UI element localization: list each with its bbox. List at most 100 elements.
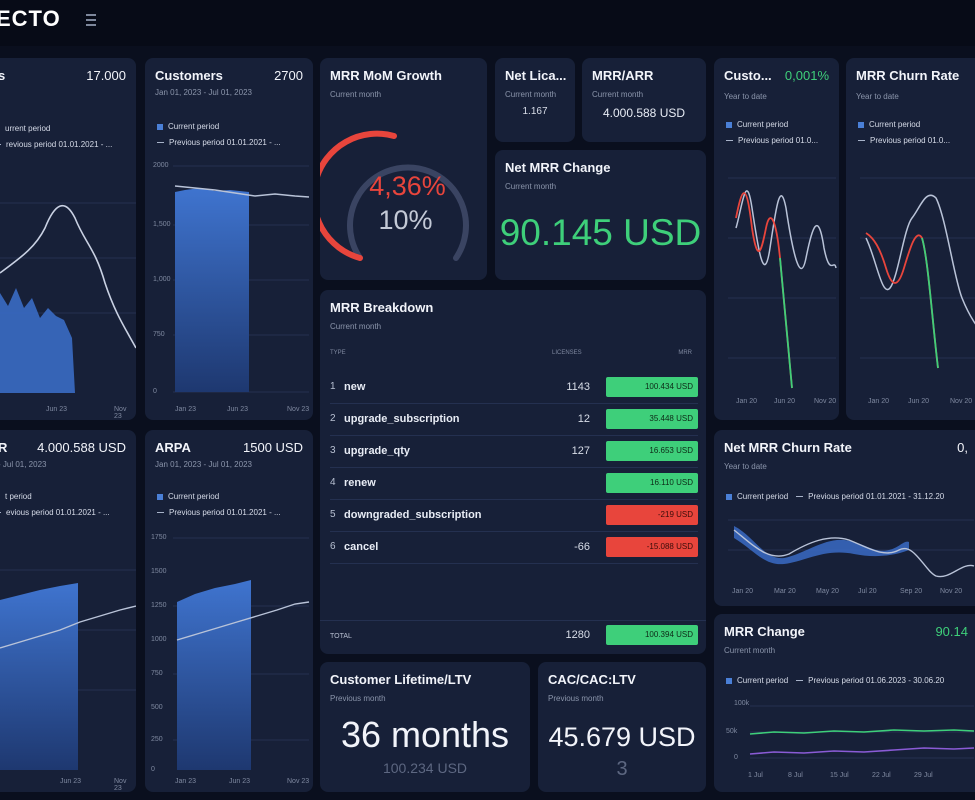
churn-rate-chart bbox=[860, 177, 975, 369]
cac-value: 45.679 USD bbox=[548, 722, 696, 752]
card-partial-left-top[interactable]: s 17.000 urrent period revious period 01… bbox=[0, 58, 136, 420]
arpa-chart bbox=[173, 537, 310, 770]
card-title: MRR Breakdown bbox=[330, 300, 434, 315]
card-partial-left-bottom[interactable]: R 4.000.588 USD - Jul 01, 2023 t period … bbox=[0, 430, 136, 792]
card-subtitle: Current month bbox=[505, 90, 557, 99]
table-row[interactable]: 2 upgrade_subscription 12 35.448 USD bbox=[320, 404, 706, 436]
column-header-type: TYPE bbox=[330, 350, 346, 356]
growth-percent: 4,36% bbox=[369, 171, 446, 201]
card-mrr-churn-rate[interactable]: MRR Churn Rate Year to date Current peri… bbox=[846, 58, 975, 420]
card-customer-churn[interactable]: Custo... 0,001% Year to date Current per… bbox=[714, 58, 839, 420]
x-tick: Mar 20 bbox=[774, 588, 796, 595]
gauge bbox=[320, 130, 469, 261]
cac-ltv-ratio: 3 bbox=[616, 758, 628, 780]
x-tick: Nov 23 bbox=[287, 406, 310, 413]
table-row[interactable]: 1 new 1143 100.434 USD bbox=[320, 372, 706, 404]
card-customers[interactable]: Customers 2700 Jan 01, 2023 - Jul 01, 20… bbox=[145, 58, 313, 420]
hamburger-icon[interactable] bbox=[86, 14, 96, 26]
card-title: Customer Lifetime/LTV bbox=[330, 672, 472, 687]
x-tick: Jul 20 bbox=[858, 588, 877, 595]
line-area-chart bbox=[0, 202, 136, 393]
x-tick: 1 Jul bbox=[748, 772, 763, 779]
current-line-green bbox=[921, 237, 939, 369]
column-header-mrr: MRR bbox=[678, 350, 692, 356]
row-index: 1 bbox=[330, 381, 336, 392]
card-customer-lifetime-ltv[interactable]: Customer Lifetime/LTV Previous month 36 … bbox=[320, 662, 530, 792]
churn-line-chart bbox=[728, 177, 837, 389]
x-tick: 15 Jul bbox=[830, 772, 849, 779]
x-tick: Nov 23 bbox=[114, 406, 127, 420]
card-title: CAC/CAC:LTV bbox=[548, 672, 636, 687]
row-licenses: -66 bbox=[574, 541, 590, 553]
card-subtitle: Current month bbox=[592, 90, 644, 99]
row-type: upgrade_qty bbox=[344, 445, 411, 457]
x-tick: 22 Jul bbox=[872, 772, 891, 779]
row-type: cancel bbox=[344, 541, 379, 553]
row-index: 2 bbox=[330, 413, 336, 424]
card-value: 4.000.588 USD bbox=[602, 106, 686, 120]
row-index: 4 bbox=[330, 477, 336, 488]
previous-line bbox=[749, 747, 975, 755]
row-licenses: 127 bbox=[571, 445, 590, 457]
x-tick: 29 Jul bbox=[914, 772, 933, 779]
card-arpa[interactable]: ARPA 1500 USD Jan 01, 2023 - Jul 01, 202… bbox=[145, 430, 313, 792]
mrr-area-chart bbox=[0, 569, 136, 770]
table-row[interactable]: 3 upgrade_qty 127 16.653 USD bbox=[320, 436, 706, 468]
row-type: new bbox=[344, 381, 366, 393]
current-area bbox=[0, 288, 75, 393]
total-label: TOTAL bbox=[330, 633, 352, 640]
x-tick: Jan 23 bbox=[175, 406, 197, 413]
x-tick: 8 Jul bbox=[788, 772, 803, 779]
card-value: 90.145 USD bbox=[499, 212, 702, 253]
card-title: Net Lica... bbox=[505, 68, 567, 83]
previous-line bbox=[865, 194, 975, 325]
card-cac-ltv[interactable]: CAC/CAC:LTV Previous month 45.679 USD 3 bbox=[538, 662, 706, 792]
card-mrr-change[interactable]: MRR Change 90.14 Current month Current p… bbox=[714, 614, 975, 792]
row-index: 6 bbox=[330, 541, 336, 552]
mrr-change-chart bbox=[749, 705, 975, 759]
ltv-amount: 100.234 USD bbox=[382, 760, 468, 776]
current-area bbox=[177, 580, 251, 770]
x-tick: Jan 20 bbox=[868, 398, 890, 405]
table-row[interactable]: 6 cancel -66 -15.088 USD bbox=[320, 532, 706, 564]
previous-line bbox=[735, 190, 837, 270]
card-title: MRR/ARR bbox=[592, 68, 654, 83]
card-net-mrr-churn-rate[interactable]: Net MRR Churn Rate 0, Year to date Curre… bbox=[714, 430, 975, 606]
table-row[interactable]: 5 downgraded_subscription -219 USD bbox=[320, 500, 706, 532]
growth-target: 10% bbox=[378, 205, 433, 235]
mrr-bar: -15.088 USD bbox=[606, 537, 698, 557]
mrr-bar: 35.448 USD bbox=[606, 409, 698, 429]
card-net-licenses[interactable]: Net Lica... Current month 1.167 bbox=[495, 58, 575, 142]
card-mrr-breakdown[interactable]: MRR Breakdown Current month TYPE LICENSE… bbox=[320, 290, 706, 654]
card-mrr-mom-growth[interactable]: MRR MoM Growth Current month 4,36% 10% bbox=[320, 58, 487, 280]
net-churn-chart bbox=[728, 519, 975, 578]
current-area bbox=[175, 188, 249, 392]
row-index: 5 bbox=[330, 509, 336, 520]
current-line-green bbox=[779, 257, 793, 389]
table-row[interactable]: 4 renew 16.110 USD bbox=[320, 468, 706, 500]
x-tick: Jun 23 bbox=[227, 406, 249, 413]
row-licenses: 1143 bbox=[566, 381, 590, 393]
customers-chart bbox=[173, 165, 310, 393]
x-tick: Jan 23 bbox=[175, 778, 197, 785]
card-mrr-arr[interactable]: MRR/ARR Current month 4.000.588 USD bbox=[582, 58, 706, 142]
x-tick: Nov 20 bbox=[950, 398, 973, 405]
card-net-mrr-change[interactable]: Net MRR Change Current month 90.145 USD bbox=[495, 150, 706, 280]
card-subtitle: Current month bbox=[330, 322, 382, 331]
card-subtitle: Previous month bbox=[330, 694, 386, 703]
x-tick: Jun 20 bbox=[774, 398, 796, 405]
total-licenses: 1280 bbox=[565, 629, 590, 641]
x-tick: Jun 20 bbox=[908, 398, 930, 405]
top-bar: ECTO bbox=[0, 0, 975, 46]
x-tick: Nov 20 bbox=[814, 398, 837, 405]
x-tick: Jun 23 bbox=[229, 778, 251, 785]
x-tick: Jan 20 bbox=[732, 588, 754, 595]
current-area bbox=[734, 526, 909, 565]
table-total-row: TOTAL 1280 100.394 USD bbox=[320, 620, 706, 653]
total-mrr-bar: 100.394 USD bbox=[606, 625, 698, 645]
mrr-bar: 16.653 USD bbox=[606, 441, 698, 461]
mrr-bar: 100.434 USD bbox=[606, 377, 698, 397]
logo: ECTO bbox=[0, 6, 61, 31]
card-title: Net MRR Change bbox=[505, 160, 611, 175]
row-type: downgraded_subscription bbox=[344, 509, 482, 521]
